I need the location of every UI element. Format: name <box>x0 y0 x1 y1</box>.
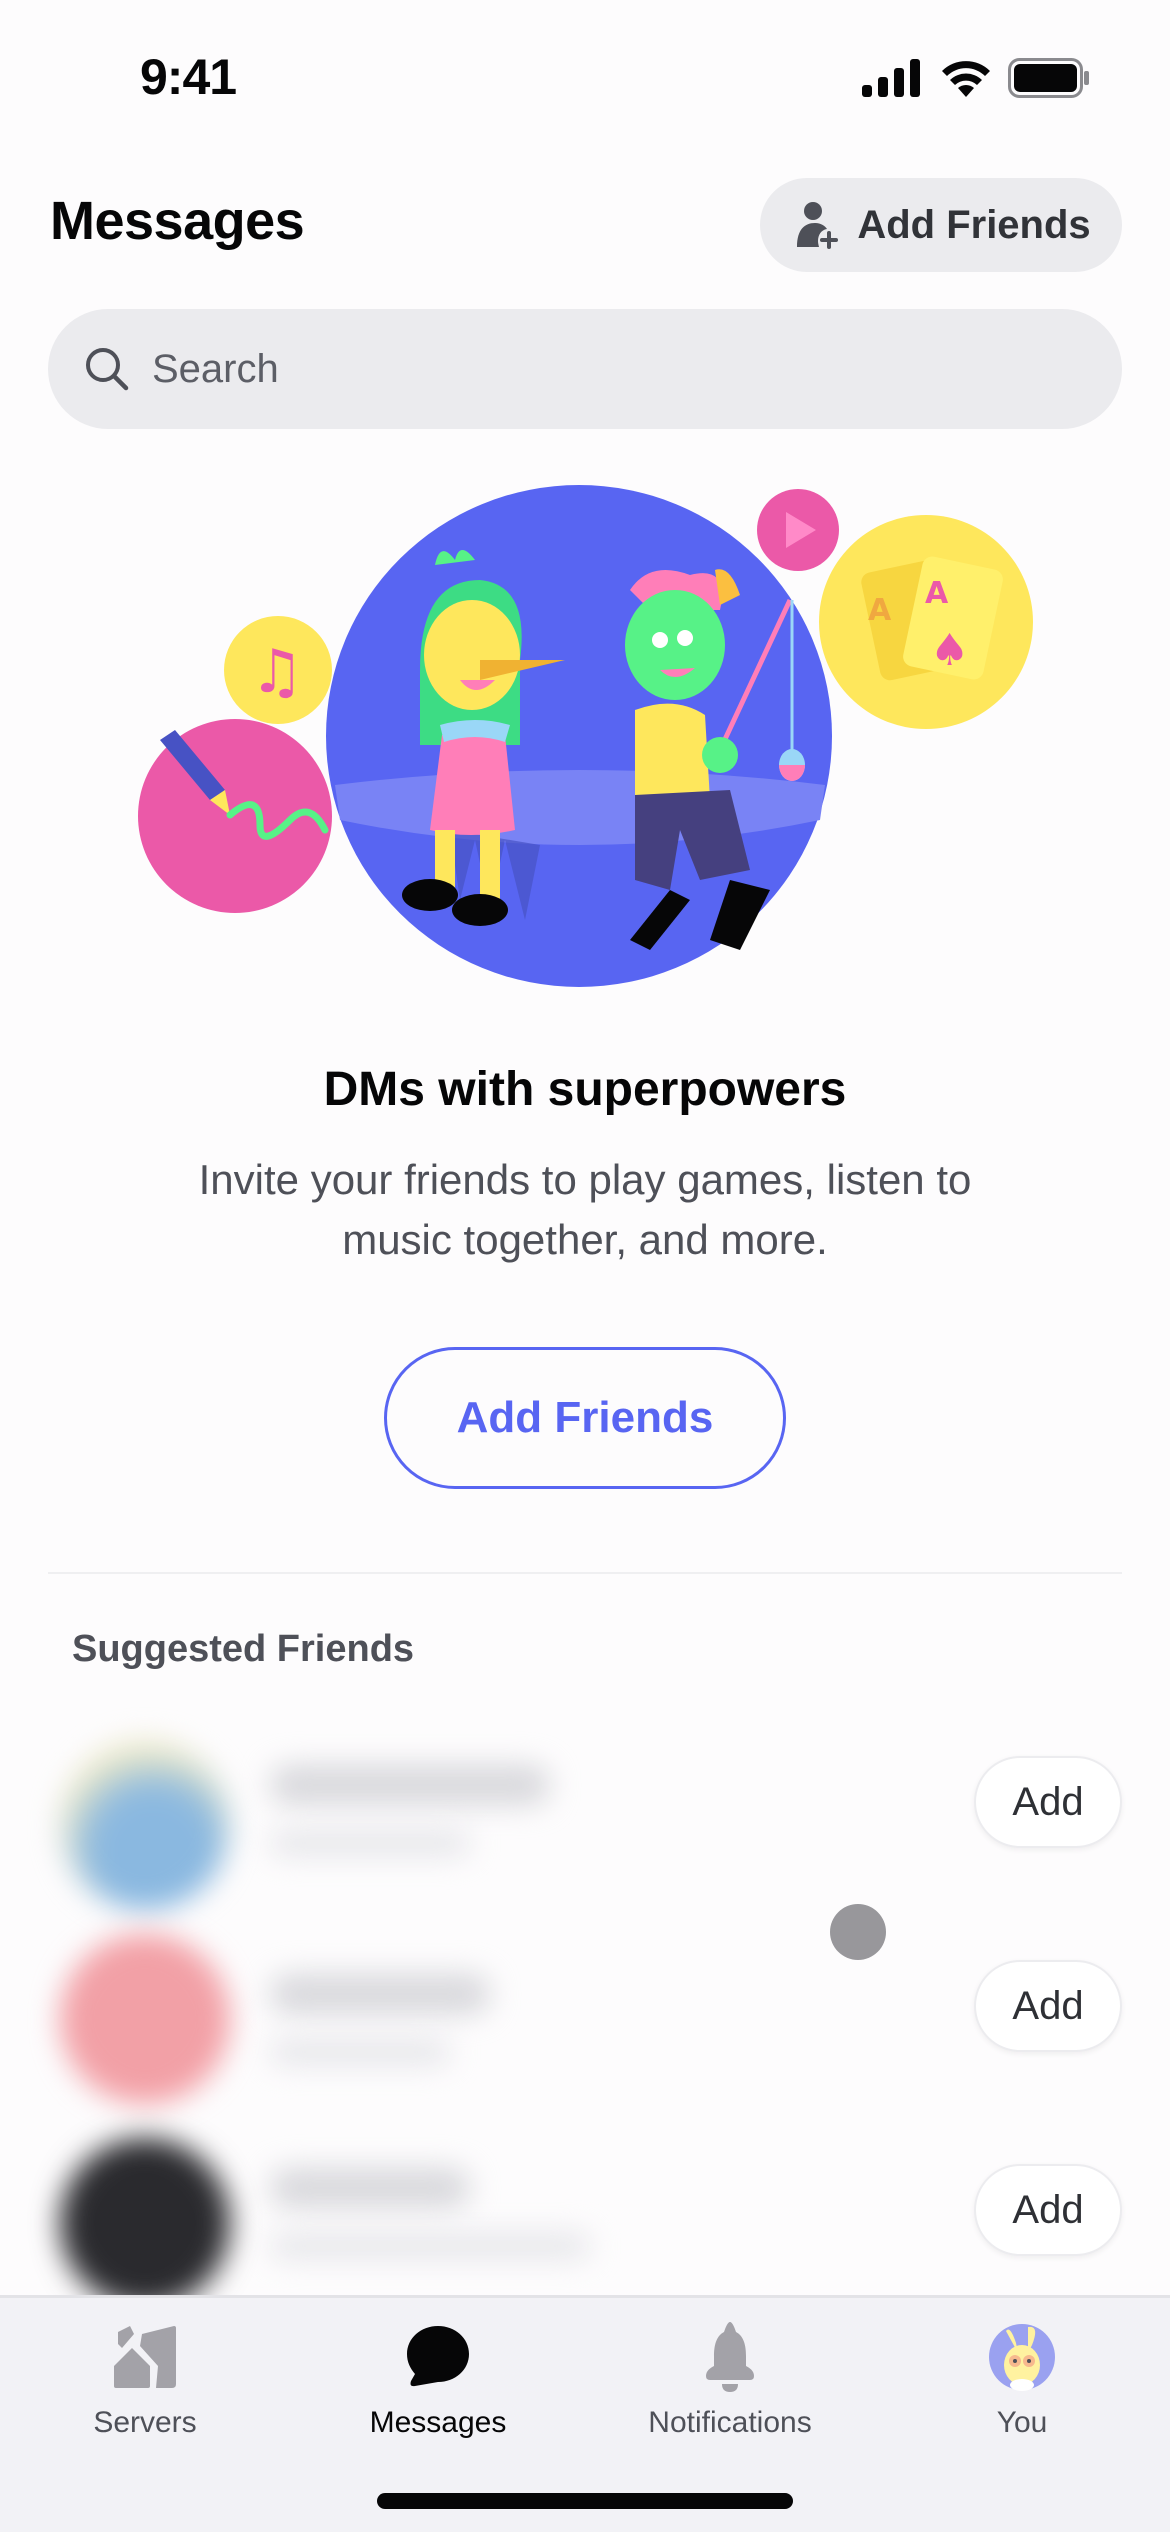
music-notes-icon: ♫ <box>250 637 304 707</box>
friend-name-blurred <box>270 2168 470 2208</box>
messages-icon <box>407 2326 469 2387</box>
add-friend-icon <box>797 202 839 249</box>
section-divider <box>48 1572 1122 1574</box>
status-bar: 9:41 <box>0 0 1170 150</box>
wifi-icon <box>942 61 990 97</box>
home-indicator[interactable] <box>377 2493 793 2509</box>
bell-icon <box>706 2322 754 2392</box>
avatar <box>60 1934 230 2104</box>
empty-state-illustration: ♫ A A ♠ <box>138 485 1033 987</box>
avatar <box>60 2138 230 2308</box>
search-icon <box>86 348 129 391</box>
svg-text:A: A <box>868 593 892 628</box>
tab-notifications-label: Notifications <box>648 2406 812 2439</box>
tab-notifications[interactable]: Notifications <box>610 2318 850 2458</box>
svg-text:♠: ♠ <box>930 625 969 676</box>
tab-servers[interactable]: Servers <box>25 2318 265 2458</box>
tab-messages-label: Messages <box>369 2406 507 2439</box>
friend-subtitle-blurred <box>270 1830 470 1856</box>
tab-messages[interactable]: Messages <box>318 2318 558 2458</box>
empty-state-description: Invite your friends to play games, liste… <box>198 1156 972 1263</box>
suggested-friend-row: Add <box>0 2108 1170 2308</box>
tab-you-label: You <box>996 2406 1048 2439</box>
add-button-label: Add <box>1012 2187 1084 2232</box>
add-friends-cta-label: Add Friends <box>456 1393 714 1442</box>
add-friend-button[interactable]: Add <box>974 1960 1122 2052</box>
avatar <box>989 2324 1055 2391</box>
svg-text:A: A <box>925 576 949 611</box>
touch-indicator <box>830 1904 886 1960</box>
friend-name-blurred <box>270 1765 550 1805</box>
add-friend-button[interactable]: Add <box>974 1756 1122 1848</box>
add-friend-button[interactable]: Add <box>974 2164 1122 2256</box>
battery-icon <box>1008 58 1089 98</box>
status-time: 9:41 <box>140 49 237 105</box>
suggested-friends-title: Suggested Friends <box>72 1628 415 1670</box>
friend-subtitle-blurred <box>270 2039 450 2065</box>
add-button-label: Add <box>1012 1779 1084 1824</box>
friend-name-blurred <box>270 1974 490 2014</box>
add-button-label: Add <box>1012 1983 1084 2028</box>
status-icons <box>862 58 1090 98</box>
add-friends-header-button[interactable]: Add Friends <box>760 178 1122 272</box>
cellular-signal-icon <box>862 59 920 97</box>
empty-state-title: DMs with superpowers <box>323 1063 847 1116</box>
search-bar[interactable] <box>48 309 1122 429</box>
suggested-friend-row: Add <box>0 1904 1170 2104</box>
suggested-friend-row: Add <box>0 1700 1170 1910</box>
tab-you[interactable]: You <box>902 2318 1142 2458</box>
add-friends-cta-button[interactable]: Add Friends <box>384 1347 786 1489</box>
servers-icon <box>114 2326 176 2388</box>
tab-servers-label: Servers <box>93 2406 197 2439</box>
avatar <box>60 1740 230 1910</box>
friend-subtitle-blurred <box>270 2233 590 2259</box>
add-friends-header-label: Add Friends <box>857 202 1091 247</box>
page-title: Messages <box>50 191 305 251</box>
search-input[interactable] <box>152 346 1052 392</box>
